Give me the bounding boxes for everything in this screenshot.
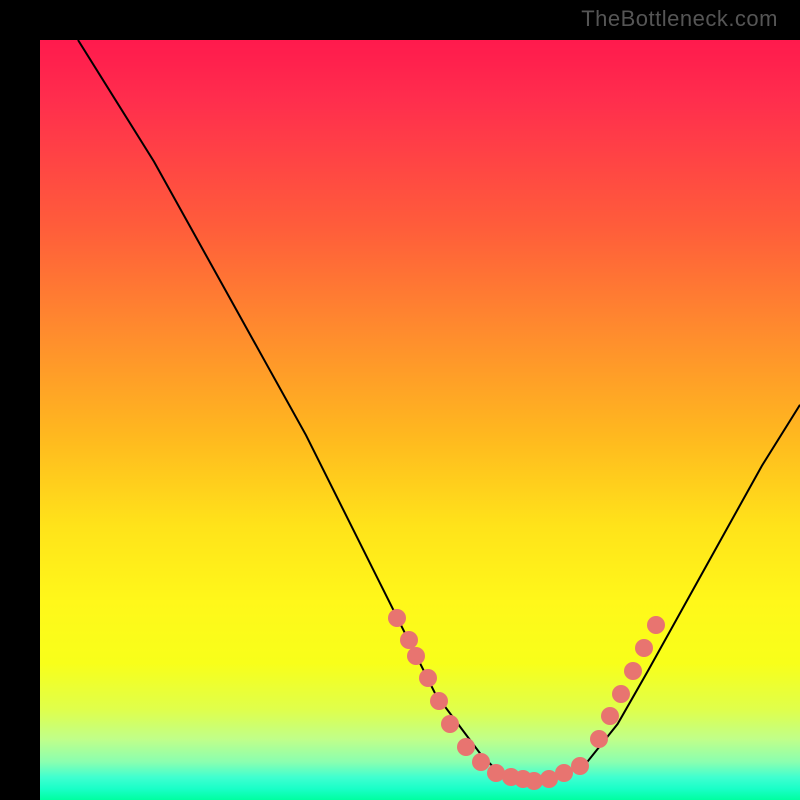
data-point <box>441 715 459 733</box>
plot-area <box>40 40 800 800</box>
data-point <box>647 616 665 634</box>
chart-frame <box>20 20 780 780</box>
data-point <box>590 730 608 748</box>
data-point <box>419 669 437 687</box>
data-point <box>612 685 630 703</box>
data-point <box>601 707 619 725</box>
data-point <box>430 692 448 710</box>
data-point <box>388 609 406 627</box>
data-point <box>635 639 653 657</box>
data-point <box>407 647 425 665</box>
data-point <box>624 662 642 680</box>
curve-svg <box>40 40 800 800</box>
watermark-text: TheBottleneck.com <box>581 6 778 32</box>
data-point <box>571 757 589 775</box>
bottleneck-curve <box>78 40 800 781</box>
data-point <box>457 738 475 756</box>
